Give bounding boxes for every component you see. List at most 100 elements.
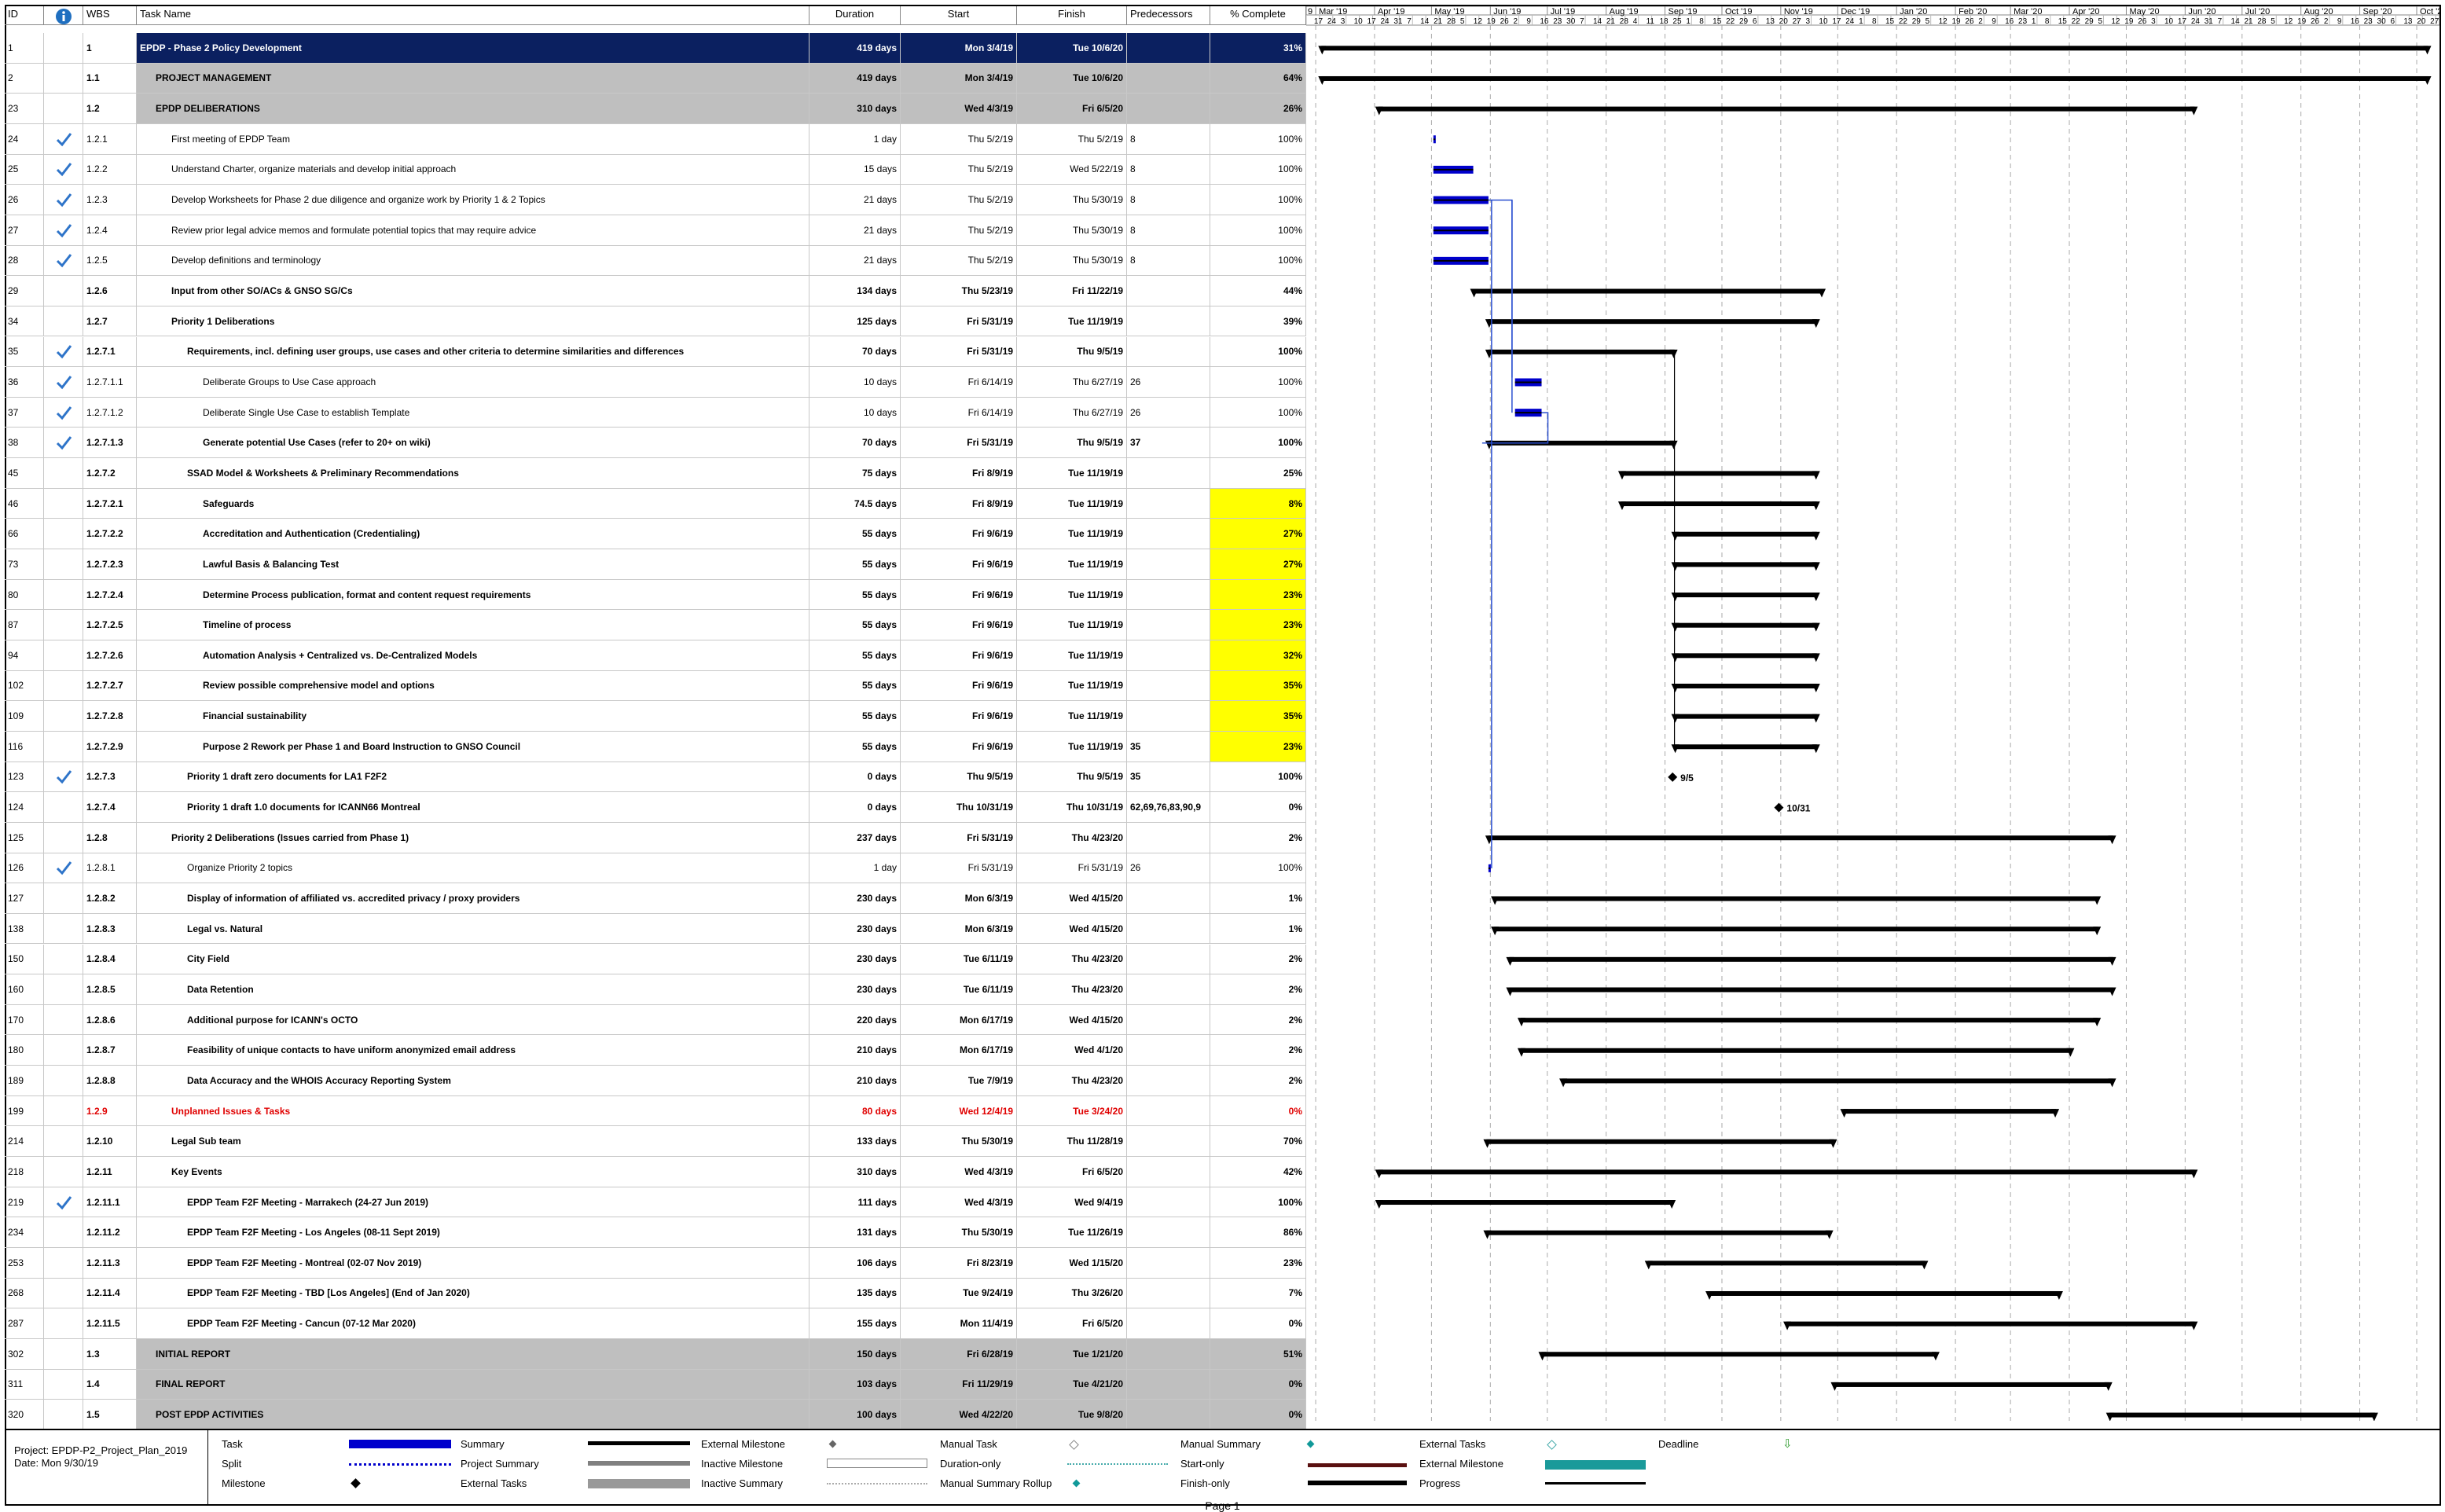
table-row[interactable]: 320 1.5 POST EPDP ACTIVITIES 100 days Wed 4/… (5, 1400, 1306, 1430)
table-row[interactable]: 1 1 EPDP - Phase 2 Policy Development 419 d… (5, 33, 1306, 64)
table-row[interactable]: 38 1.2.7.1.3 Generate potential Use Cases … (5, 428, 1306, 459)
gantt-page: ID WBS Task Name Duration Start Finish Predece… (0, 0, 2445, 1512)
task-duration: 21 days (809, 185, 901, 215)
task-name: Understand Charter, organize materials a… (137, 154, 809, 185)
table-row[interactable]: 126 1.2.8.1 Organize Priority 2 topics 1 da… (5, 853, 1306, 884)
table-row[interactable]: 123 1.2.7.3 Priority 1 draft zero document… (5, 762, 1306, 793)
task-finish: Wed 4/15/20 (1017, 1004, 1127, 1035)
table-row[interactable]: 45 1.2.7.2 SSAD Model & Worksheets & Preli… (5, 458, 1306, 489)
task-wbs: 1.2.7.2.9 (83, 731, 137, 762)
table-row[interactable]: 311 1.4 FINAL REPORT 103 days Fri 11/29/19 Tu… (5, 1369, 1306, 1400)
col-header-finish[interactable]: Finish (1017, 6, 1127, 25)
timescale-day-label: 22 (1726, 17, 1735, 26)
table-row[interactable]: 253 1.2.11.3 EPDP Team F2F Meeting - Montr… (5, 1248, 1306, 1279)
col-header-task-name[interactable]: Task Name (137, 6, 809, 25)
table-row[interactable]: 170 1.2.8.6 Additional purpose for ICANN's… (5, 1004, 1306, 1036)
table-row[interactable]: 24 1.2.1 First meeting of EPDP Team 1 day Th… (5, 123, 1306, 155)
task-start: Mon 3/4/19 (901, 33, 1017, 63)
table-row[interactable]: 234 1.2.11.2 EPDP Team F2F Meeting - Los A… (5, 1217, 1306, 1248)
task-pct-complete: 100% (1210, 397, 1306, 428)
task-id: 302 (5, 1338, 44, 1369)
table-row[interactable]: 25 1.2.2 Understand Charter, organize mate… (5, 154, 1306, 185)
table-row[interactable]: 125 1.2.8 Priority 2 Deliberations (Issues… (5, 822, 1306, 853)
table-row[interactable]: 87 1.2.7.2.5 Timeline of process 55 days Fri… (5, 610, 1306, 640)
table-row[interactable]: 199 1.2.9 Unplanned Issues & Tasks 80 days W… (5, 1095, 1306, 1127)
milestone-diamond (1668, 772, 1678, 782)
task-indicator (44, 944, 83, 974)
table-row[interactable]: 180 1.2.8.7 Feasibility of unique contacts… (5, 1035, 1306, 1066)
table-row[interactable]: 66 1.2.7.2.2 Accreditation and Authenticat… (5, 519, 1306, 550)
task-indicator (44, 488, 83, 519)
task-start: Fri 9/6/19 (901, 701, 1017, 731)
task-pct-complete: 100% (1210, 185, 1306, 215)
task-indicator (44, 822, 83, 853)
task-id: 109 (5, 701, 44, 731)
table-row[interactable]: 302 1.3 INITIAL REPORT 150 days Fri 6/28/19 T… (5, 1338, 1306, 1370)
task-indicator (44, 336, 83, 367)
summary-bar (1488, 349, 1675, 354)
table-row[interactable]: 27 1.2.4 Review prior legal advice memos a… (5, 215, 1306, 246)
timescale-month-label: 9 (1308, 7, 1312, 17)
table-row[interactable]: 36 1.2.7.1.1 Deliberate Groups to Use Case… (5, 367, 1306, 398)
table-row[interactable]: 287 1.2.11.5 EPDP Team F2F Meeting - Cancu… (5, 1308, 1306, 1339)
timescale-day-label: 30 (2377, 17, 2387, 26)
table-row[interactable]: 116 1.2.7.2.9 Purpose 2 Rework per Phase 1… (5, 731, 1306, 762)
table-row[interactable]: 189 1.2.8.8 Data Accuracy and the WHOIS Ac… (5, 1066, 1306, 1096)
table-row[interactable]: 268 1.2.11.4 EPDP Team F2F Meeting - TBD [… (5, 1278, 1306, 1309)
table-row[interactable]: 73 1.2.7.2.3 Lawful Basis & Balancing Test… (5, 549, 1306, 580)
table-row[interactable]: 23 1.2 EPDP DELIBERATIONS 310 days Wed 4/3/1… (5, 94, 1306, 124)
task-id: 73 (5, 549, 44, 579)
table-row[interactable]: 109 1.2.7.2.8 Financial sustainability 55 d… (5, 701, 1306, 732)
table-row[interactable]: 138 1.2.8.3 Legal vs. Natural 230 days Mon 6… (5, 913, 1306, 945)
task-predecessors (1127, 1035, 1210, 1066)
table-row[interactable]: 46 1.2.7.2.1 Safeguards 74.5 days Fri 8/9/19… (5, 488, 1306, 519)
col-header-predecessors[interactable]: Predecessors (1127, 6, 1210, 25)
task-finish: Thu 6/27/19 (1017, 397, 1127, 428)
task-pct-complete: 2% (1210, 822, 1306, 853)
table-row[interactable]: 160 1.2.8.5 Data Retention 230 days Tue 6/11… (5, 974, 1306, 1005)
timescale-month-label: Jul '20 (2245, 7, 2270, 17)
task-finish: Tue 9/8/20 (1017, 1400, 1127, 1429)
table-row[interactable]: 80 1.2.7.2.4 Determine Process publication… (5, 579, 1306, 611)
summary-bar (1621, 471, 1817, 476)
task-name-text: Priority 1 draft 1.0 documents for ICANN… (187, 802, 420, 813)
col-header-indicators[interactable] (44, 6, 83, 25)
task-id: 46 (5, 488, 44, 519)
timescale-day-label: 3 (1341, 17, 1345, 26)
table-row[interactable]: 124 1.2.7.4 Priority 1 draft 1.0 documents… (5, 792, 1306, 823)
col-header-pct-complete[interactable]: % Complete (1210, 6, 1306, 25)
table-row[interactable]: 37 1.2.7.1.2 Deliberate Single Use Case to… (5, 397, 1306, 428)
table-row[interactable]: 127 1.2.8.2 Display of information of affi… (5, 883, 1306, 914)
col-header-wbs[interactable]: WBS (83, 6, 137, 25)
table-row[interactable]: 214 1.2.10 Legal Sub team 133 days Thu 5/30/… (5, 1126, 1306, 1158)
task-wbs: 1.2.8.4 (83, 944, 137, 974)
table-row[interactable]: 218 1.2.11 Key Events 310 days Wed 4/3/19 Fri… (5, 1157, 1306, 1187)
task-finish: Tue 10/6/20 (1017, 63, 1127, 94)
table-row[interactable]: 102 1.2.7.2.7 Review possible comprehensiv… (5, 670, 1306, 702)
summary-bar (1520, 1048, 2072, 1053)
col-header-start[interactable]: Start (901, 6, 1017, 25)
col-header-duration[interactable]: Duration (809, 6, 901, 25)
table-row[interactable]: 34 1.2.7 Priority 1 Deliberations 125 days F… (5, 306, 1306, 337)
task-duration: 75 days (809, 458, 901, 488)
task-name: Develop definitions and terminology (137, 245, 809, 276)
task-start: Wed 4/22/20 (901, 1400, 1017, 1429)
task-id: 311 (5, 1369, 44, 1400)
task-wbs: 1.5 (83, 1400, 137, 1429)
task-name: Generate potential Use Cases (refer to 2… (137, 428, 809, 458)
table-row[interactable]: 219 1.2.11.1 EPDP Team F2F Meeting - Marra… (5, 1187, 1306, 1218)
task-predecessors (1127, 640, 1210, 670)
timescale-day-label: 8 (1872, 17, 1877, 26)
table-row[interactable]: 94 1.2.7.2.6 Automation Analysis + Central… (5, 640, 1306, 671)
col-header-id[interactable]: ID (5, 6, 44, 25)
task-duration: 100 days (809, 1400, 901, 1429)
task-finish: Tue 10/6/20 (1017, 33, 1127, 63)
table-row[interactable]: 150 1.2.8.4 City Field 230 days Tue 6/11/19 T… (5, 944, 1306, 975)
timescale-day-label: 9 (2337, 17, 2342, 26)
table-row[interactable]: 35 1.2.7.1 Requirements, incl. defining us… (5, 336, 1306, 368)
table-row[interactable]: 26 1.2.3 Develop Worksheets for Phase 2 du… (5, 185, 1306, 215)
table-row[interactable]: 28 1.2.5 Develop definitions and terminolo… (5, 245, 1306, 277)
table-row[interactable]: 2 1.1 PROJECT MANAGEMENT 419 days Mon 3/4/19… (5, 63, 1306, 94)
table-row[interactable]: 29 1.2.6 Input from other SO/ACs & GNSO SG… (5, 276, 1306, 306)
task-duration: 55 days (809, 610, 901, 640)
